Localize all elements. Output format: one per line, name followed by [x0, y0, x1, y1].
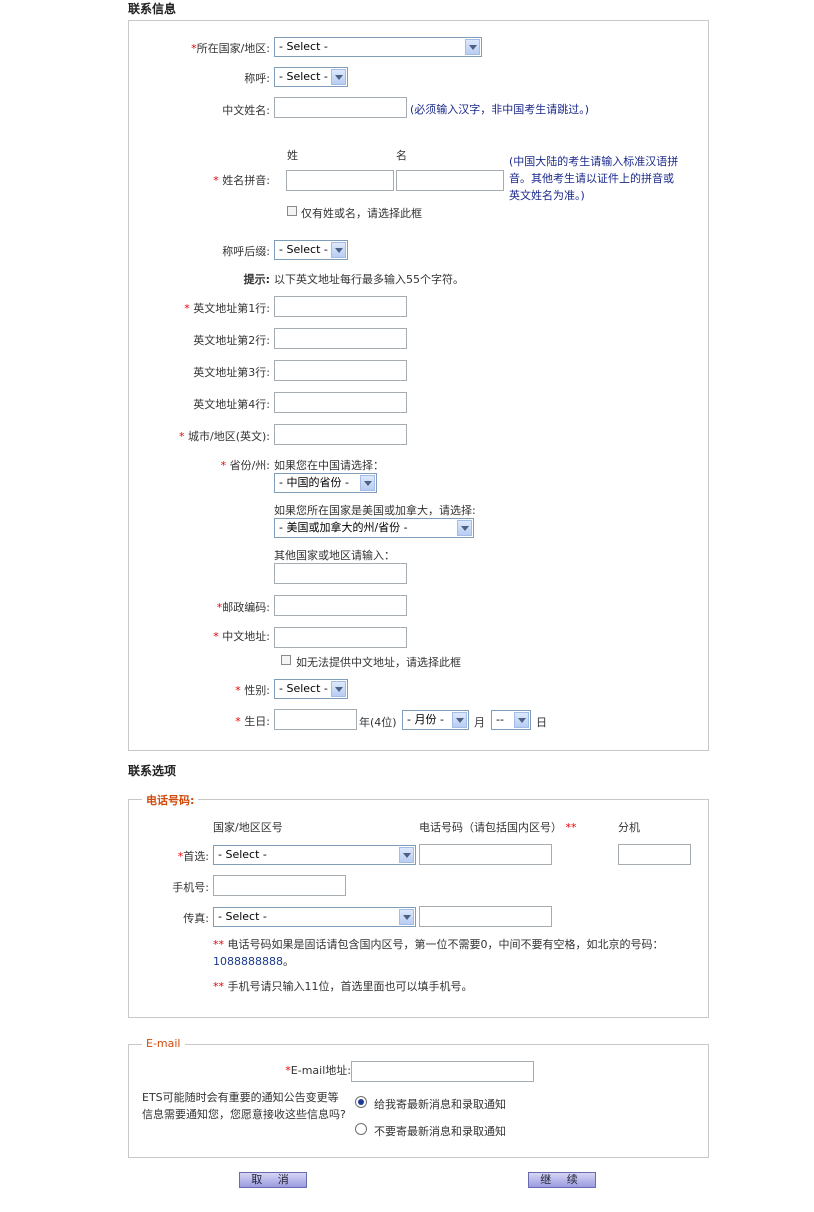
single-name-checkbox[interactable]	[287, 206, 297, 216]
chevron-down-icon	[465, 39, 480, 55]
chevron-down-icon	[360, 475, 375, 491]
fax-label: 传真:	[183, 912, 209, 925]
email-address-input[interactable]	[351, 1061, 534, 1082]
country-label: *所在国家/地区:	[191, 42, 270, 55]
address-line3-label: 英文地址第3行:	[193, 366, 270, 379]
chinese-name-input[interactable]	[274, 97, 407, 118]
tip-label: 提示:	[243, 273, 270, 286]
address-line1-label: * 英文地址第1行:	[184, 302, 270, 315]
usca-state-select[interactable]: - 美国或加拿大的州/省份 -	[274, 518, 474, 538]
address-line3-input[interactable]	[274, 360, 407, 381]
address-line4-label: 英文地址第4行:	[193, 398, 270, 411]
chevron-down-icon	[399, 847, 414, 863]
city-label: * 城市/地区(英文):	[179, 430, 270, 443]
province-label: * 省份/州:	[220, 459, 270, 472]
pinyin-label: * 姓名拼音:	[213, 174, 270, 187]
chinese-name-hint: (必须输入汉字，非中国考生请跳过。)	[410, 103, 590, 116]
province-china-prompt: 如果您在中国请选择：	[274, 459, 384, 472]
contact-options-title: 联系选项	[128, 764, 177, 778]
chinese-address-input[interactable]	[274, 627, 407, 648]
province-usca-prompt: 如果您所在国家是美国或加拿大，请选择:	[274, 504, 476, 517]
pinyin-surname-input[interactable]	[286, 170, 394, 191]
single-name-checkbox-label: 仅有姓或名，请选择此框	[301, 207, 422, 220]
suffix-label: 称呼后缀:	[222, 245, 270, 258]
primary-phone-ext-input[interactable]	[618, 844, 691, 865]
birth-month-select[interactable]: - 月份 -	[402, 710, 469, 730]
primary-phone-label: *首选:	[177, 850, 209, 863]
birth-day-select[interactable]: --	[491, 710, 531, 730]
birth-month-suffix: 月	[474, 716, 485, 729]
email-consent-no-radio[interactable]	[355, 1123, 367, 1135]
chinese-name-label: 中文姓名:	[222, 104, 270, 117]
pinyin-given-input[interactable]	[396, 170, 504, 191]
address-line2-input[interactable]	[274, 328, 407, 349]
birthday-label: * 生日:	[235, 715, 270, 728]
salutation-select[interactable]: - Select -	[274, 67, 348, 87]
address-line2-label: 英文地址第2行:	[193, 334, 270, 347]
contact-info-title: 联系信息	[128, 2, 177, 16]
gender-label: * 性别:	[235, 684, 270, 697]
birth-year-suffix: 年(4位)	[359, 716, 397, 729]
postal-code-label: *邮政编码:	[216, 601, 270, 614]
fax-number-input[interactable]	[419, 906, 552, 927]
mobile-input[interactable]	[213, 875, 346, 896]
primary-phone-country-select[interactable]: - Select -	[213, 845, 416, 865]
tip-text: 以下英文地址每行最多输入55个字符。	[274, 273, 464, 286]
china-province-select[interactable]: - 中国的省份 -	[274, 473, 377, 493]
pinyin-surname-header: 姓	[287, 149, 298, 162]
birth-day-suffix: 日	[536, 716, 547, 729]
province-other-prompt: 其他国家或地区请输入：	[274, 549, 395, 562]
chevron-down-icon	[399, 909, 414, 925]
city-input[interactable]	[274, 424, 407, 445]
chevron-down-icon	[452, 712, 467, 728]
no-chinese-address-checkbox-label: 如无法提供中文地址，请选择此框	[296, 656, 461, 669]
email-consent-question: ETS可能随时会有重要的通知公告变更等信息需要通知您，您愿意接收这些信息吗?	[142, 1091, 346, 1121]
chevron-down-icon	[457, 520, 472, 536]
country-select[interactable]: - Select -	[274, 37, 482, 57]
email-address-label: *E-mail地址:	[285, 1064, 351, 1077]
pinyin-hint: (中国大陆的考生请输入标准汉语拼音。其他考生请以证件上的拼音或英文姓名为准。)	[509, 155, 679, 202]
cancel-button[interactable]: 取 消	[239, 1172, 307, 1188]
email-legend: E-mail	[142, 1037, 185, 1050]
email-consent-no-label: 不要寄最新消息和录取通知	[374, 1125, 506, 1138]
no-chinese-address-checkbox[interactable]	[281, 655, 291, 665]
address-line4-input[interactable]	[274, 392, 407, 413]
phone-legend: 电话号码:	[142, 792, 199, 808]
email-consent-yes-radio[interactable]	[355, 1096, 367, 1108]
chevron-down-icon	[331, 681, 346, 697]
pinyin-given-header: 名	[396, 149, 407, 162]
mobile-label: 手机号:	[172, 881, 209, 894]
postal-code-input[interactable]	[274, 595, 407, 616]
chevron-down-icon	[514, 712, 529, 728]
province-other-input[interactable]	[274, 563, 407, 584]
chinese-address-label: * 中文地址:	[213, 630, 270, 643]
email-consent-yes-label: 给我寄最新消息和录取通知	[374, 1098, 506, 1111]
chevron-down-icon	[331, 242, 346, 258]
phone-note-2: ** 手机号请只输入11位，首选里面也可以填手机号。	[213, 980, 473, 993]
salutation-label: 称呼:	[244, 72, 270, 85]
primary-phone-number-input[interactable]	[419, 844, 552, 865]
chevron-down-icon	[331, 69, 346, 85]
suffix-select[interactable]: - Select -	[274, 240, 348, 260]
phone-col-number-header: 电话号码（请包括国内区号） **	[419, 821, 577, 834]
gender-select[interactable]: - Select -	[274, 679, 348, 699]
fax-country-select[interactable]: - Select -	[213, 907, 416, 927]
phone-col-ext-header: 分机	[618, 821, 640, 834]
phone-note-1: ** 电话号码如果是固话请包含国内区号，第一位不需要0，中间不要有空格，如北京的…	[213, 938, 664, 968]
continue-button[interactable]: 继 续	[528, 1172, 596, 1188]
phone-col-area-header: 国家/地区区号	[213, 821, 283, 834]
birth-year-input[interactable]	[274, 709, 357, 730]
address-line1-input[interactable]	[274, 296, 407, 317]
